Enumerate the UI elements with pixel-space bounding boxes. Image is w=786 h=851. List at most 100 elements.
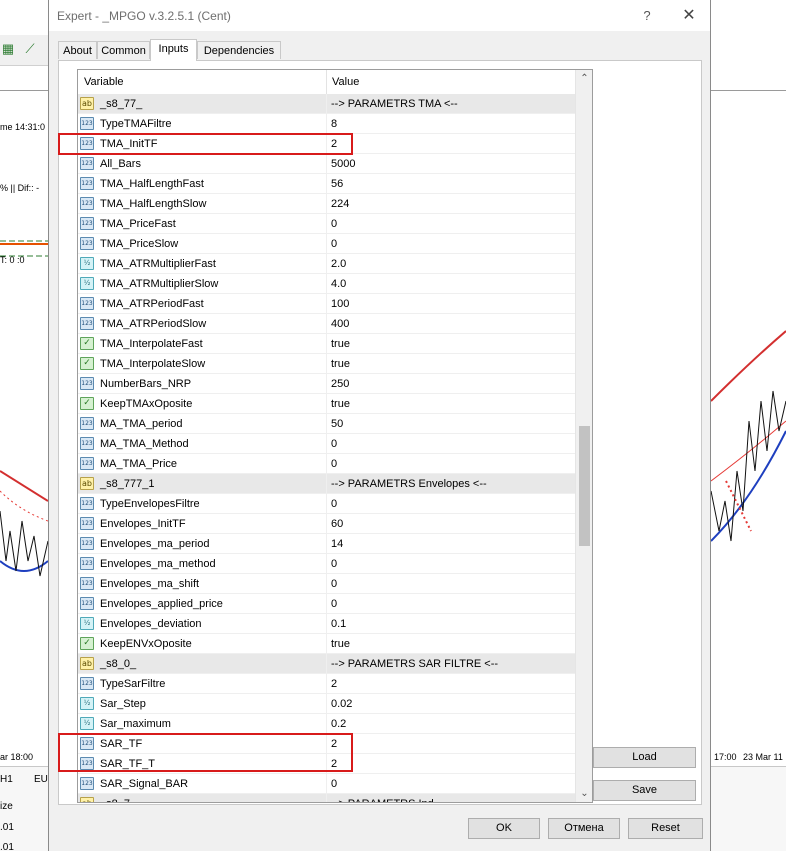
variable-value[interactable]: 400 xyxy=(331,314,349,333)
variable-value[interactable]: true xyxy=(331,394,350,413)
grid-row[interactable]: ab _s8_777_1 --> PARAMETRS Envelopes <-- xyxy=(78,474,575,494)
grid-row[interactable]: 123 TypeEnvelopesFiltre 0 xyxy=(78,494,575,514)
variable-value[interactable]: 0 xyxy=(331,574,337,593)
tab-common[interactable]: Common xyxy=(97,41,150,59)
grid-row[interactable]: 123 TMA_ATRPeriodSlow 400 xyxy=(78,314,575,334)
grid-row[interactable]: ½ Envelopes_deviation 0.1 xyxy=(78,614,575,634)
variable-value[interactable]: 0.2 xyxy=(331,714,346,733)
bg-tab-eu[interactable]: EU xyxy=(34,774,48,785)
cell-separator xyxy=(326,674,327,693)
grid-row[interactable]: 123 TMA_HalfLengthSlow 224 xyxy=(78,194,575,214)
reset-button[interactable]: Reset xyxy=(628,818,703,839)
grid-row[interactable]: 123 All_Bars 5000 xyxy=(78,154,575,174)
grid-row[interactable]: ab _s8_77_ --> PARAMETRS TMA <-- xyxy=(78,94,575,114)
grid-row[interactable]: 123 TMA_ATRPeriodFast 100 xyxy=(78,294,575,314)
variable-value[interactable]: --> PARAMETRS Ind... xyxy=(331,794,443,802)
variable-value[interactable]: --> PARAMETRS Envelopes <-- xyxy=(331,474,487,493)
grid-row[interactable]: 123 TypeTMAFiltre 8 xyxy=(78,114,575,134)
grid-row[interactable]: ½ Sar_Step 0.02 xyxy=(78,694,575,714)
grid-row[interactable]: 123 MA_TMA_Method 0 xyxy=(78,434,575,454)
variable-value[interactable]: 2 xyxy=(331,734,337,753)
scroll-down-icon[interactable]: ⌄ xyxy=(576,785,592,802)
indicator-icon[interactable]: ⟋ xyxy=(22,41,38,57)
variable-value[interactable]: --> PARAMETRS SAR FILTRE <-- xyxy=(331,654,498,673)
variable-value[interactable]: 224 xyxy=(331,194,349,213)
variable-value[interactable]: 5000 xyxy=(331,154,355,173)
grid-row[interactable]: ✓ TMA_InterpolateFast true xyxy=(78,334,575,354)
variable-value[interactable]: --> PARAMETRS TMA <-- xyxy=(331,94,458,113)
grid-row[interactable]: ✓ KeepENVxOposite true xyxy=(78,634,575,654)
cancel-button[interactable]: Отмена xyxy=(548,818,620,839)
grid-row[interactable]: ½ TMA_ATRMultiplierFast 2.0 xyxy=(78,254,575,274)
help-button[interactable]: ? xyxy=(637,6,657,26)
scroll-up-icon[interactable]: ⌃ xyxy=(576,70,592,87)
grid-row[interactable]: 123 TMA_HalfLengthFast 56 xyxy=(78,174,575,194)
int-type-icon: 123 xyxy=(80,517,94,530)
cell-separator xyxy=(326,694,327,713)
grid-row[interactable]: ½ Sar_maximum 0.2 xyxy=(78,714,575,734)
grid-row[interactable]: 123 MA_TMA_period 50 xyxy=(78,414,575,434)
grid-row[interactable]: 123 TypeSarFiltre 2 xyxy=(78,674,575,694)
grid-row[interactable]: ab _s8_0_ --> PARAMETRS SAR FILTRE <-- xyxy=(78,654,575,674)
background-chart-right: 17:00 23 Mar 11 xyxy=(711,0,786,851)
save-button[interactable]: Save xyxy=(593,780,696,801)
grid-row[interactable]: ✓ KeepTMAxOposite true xyxy=(78,394,575,414)
grid-row[interactable]: 123 TMA_PriceFast 0 xyxy=(78,214,575,234)
tab-dependencies[interactable]: Dependencies xyxy=(197,41,281,59)
tab-about[interactable]: About xyxy=(58,41,97,59)
grid-row[interactable]: 123 TMA_InitTF 2 xyxy=(78,134,575,154)
variable-value[interactable]: 0.1 xyxy=(331,614,346,633)
bool-type-icon: ✓ xyxy=(80,337,94,350)
variable-value[interactable]: 0 xyxy=(331,554,337,573)
variable-value[interactable]: 56 xyxy=(331,174,343,193)
variable-value[interactable]: 0 xyxy=(331,434,337,453)
grid-row[interactable]: ab _s8_7_ --> PARAMETRS Ind... xyxy=(78,794,575,802)
variable-value[interactable]: 4.0 xyxy=(331,274,346,293)
variable-value[interactable]: 2.0 xyxy=(331,254,346,273)
column-value[interactable]: Value xyxy=(326,70,575,94)
variable-value[interactable]: 2 xyxy=(331,674,337,693)
grid-row[interactable]: 123 Envelopes_InitTF 60 xyxy=(78,514,575,534)
variable-value[interactable]: 0 xyxy=(331,594,337,613)
variable-value[interactable]: true xyxy=(331,354,350,373)
variable-value[interactable]: 0 xyxy=(331,494,337,513)
variable-value[interactable]: 0.02 xyxy=(331,694,352,713)
variable-value[interactable]: 250 xyxy=(331,374,349,393)
variable-value[interactable]: 2 xyxy=(331,754,337,773)
chart-tool-icon[interactable]: ▦ xyxy=(0,41,16,57)
grid-row[interactable]: 123 SAR_Signal_BAR 0 xyxy=(78,774,575,794)
grid-row[interactable]: 123 NumberBars_NRP 250 xyxy=(78,374,575,394)
grid-row[interactable]: 123 MA_TMA_Price 0 xyxy=(78,454,575,474)
tab-inputs[interactable]: Inputs xyxy=(150,39,197,61)
variable-value[interactable]: 50 xyxy=(331,414,343,433)
variable-value[interactable]: 0 xyxy=(331,774,337,793)
load-button[interactable]: Load xyxy=(593,747,696,768)
variable-value[interactable]: 2 xyxy=(331,134,337,153)
close-icon[interactable]: ✕ xyxy=(677,6,701,26)
ok-button[interactable]: OK xyxy=(468,818,540,839)
variable-value[interactable]: 60 xyxy=(331,514,343,533)
variable-value[interactable]: 14 xyxy=(331,534,343,553)
variable-name: KeepENVxOposite xyxy=(100,638,192,650)
grid-row[interactable]: 123 SAR_TF 2 xyxy=(78,734,575,754)
grid-row[interactable]: ✓ TMA_InterpolateSlow true xyxy=(78,354,575,374)
grid-scrollbar[interactable]: ⌃ ⌄ xyxy=(575,70,592,802)
variable-value[interactable]: true xyxy=(331,334,350,353)
variable-value[interactable]: 0 xyxy=(331,214,337,233)
grid-row[interactable]: 123 Envelopes_ma_period 14 xyxy=(78,534,575,554)
column-variable[interactable]: Variable xyxy=(78,70,326,94)
bg-tab-h1[interactable]: H1 xyxy=(0,774,13,785)
grid-row[interactable]: 123 Envelopes_ma_shift 0 xyxy=(78,574,575,594)
grid-row[interactable]: 123 SAR_TF_T 2 xyxy=(78,754,575,774)
variable-value[interactable]: 0 xyxy=(331,454,337,473)
cell-separator xyxy=(326,474,327,493)
grid-row[interactable]: 123 Envelopes_applied_price 0 xyxy=(78,594,575,614)
variable-value[interactable]: 8 xyxy=(331,114,337,133)
grid-row[interactable]: ½ TMA_ATRMultiplierSlow 4.0 xyxy=(78,274,575,294)
grid-row[interactable]: 123 Envelopes_ma_method 0 xyxy=(78,554,575,574)
scroll-thumb[interactable] xyxy=(579,426,590,546)
grid-row[interactable]: 123 TMA_PriceSlow 0 xyxy=(78,234,575,254)
variable-value[interactable]: 100 xyxy=(331,294,349,313)
variable-value[interactable]: 0 xyxy=(331,234,337,253)
variable-value[interactable]: true xyxy=(331,634,350,653)
